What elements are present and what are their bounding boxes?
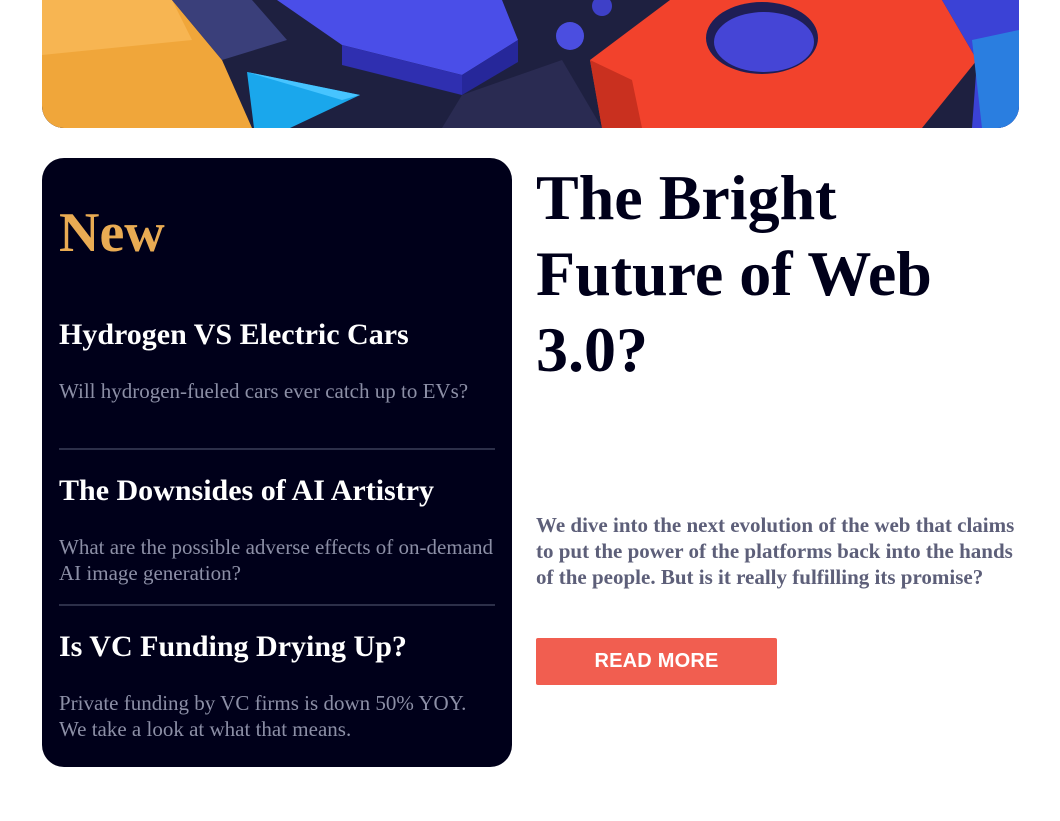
news-item-hydrogen[interactable]: Hydrogen VS Electric Cars Will hydrogen-… [59,318,495,404]
read-more-button[interactable]: READ MORE [536,638,777,685]
news-item-vc-funding[interactable]: Is VC Funding Drying Up? Private funding… [59,630,495,742]
news-item-title[interactable]: The Downsides of AI Artistry [59,474,495,507]
divider [59,604,495,606]
news-item-title[interactable]: Is VC Funding Drying Up? [59,630,495,663]
new-section-title: New [59,202,165,264]
news-item-summary: Private funding by VC firms is down 50% … [59,691,467,741]
news-item-summary: Will hydrogen-fueled cars ever catch up … [59,379,469,403]
abstract-shapes-illustration [42,0,1019,128]
divider [59,448,495,450]
news-item-title[interactable]: Hydrogen VS Electric Cars [59,318,495,351]
hero-image [42,0,1019,128]
main-lede: We dive into the next evolution of the w… [536,513,1015,589]
main-headline: The Bright Future of Web 3.0? [536,162,932,385]
news-item-ai-artistry[interactable]: The Downsides of AI Artistry What are th… [59,474,495,586]
news-item-summary: What are the possible adverse effects of… [59,535,494,585]
